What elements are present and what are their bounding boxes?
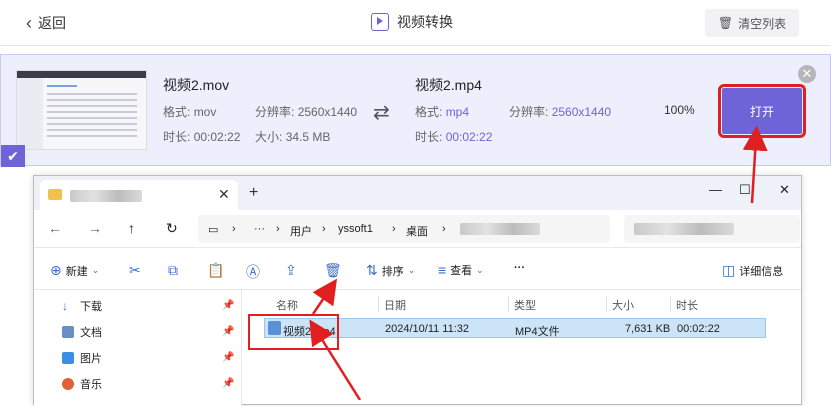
annotation-arrows — [309, 125, 768, 400]
annotation-arrow — [742, 125, 768, 204]
annotation-arrow — [309, 319, 362, 400]
annotation-arrow — [311, 278, 338, 315]
